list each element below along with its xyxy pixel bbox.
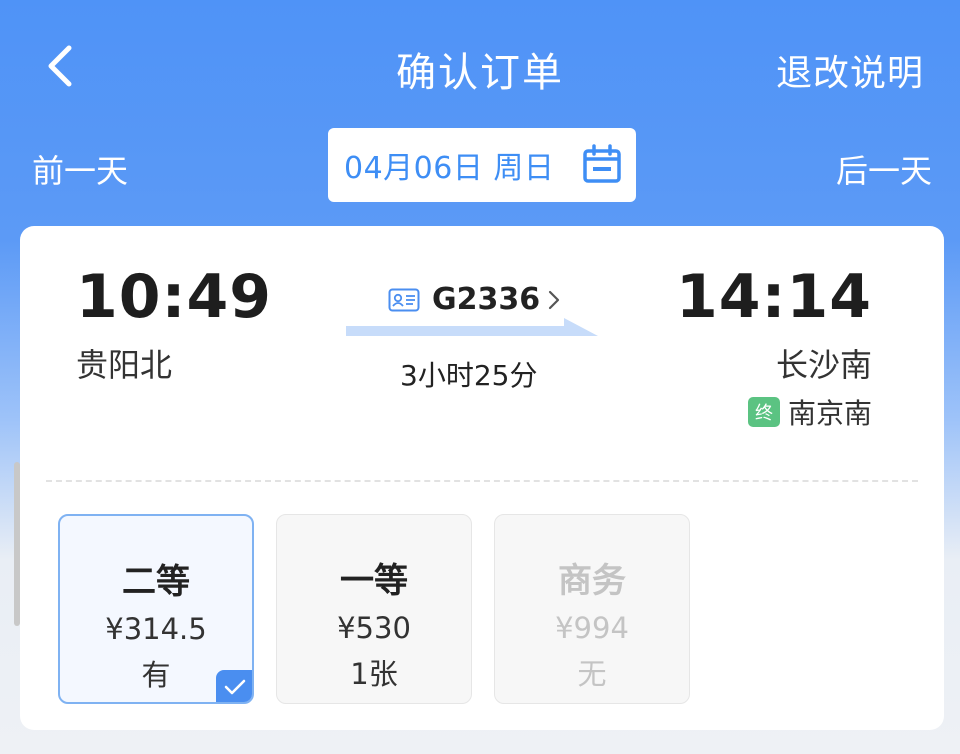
- date-picker[interactable]: 04月06日 周日: [328, 128, 636, 202]
- top-bar: 确认订单 退改说明: [0, 0, 960, 130]
- selected-date: 04月06日 周日: [344, 151, 555, 186]
- seat-option-first-class[interactable]: 一等 ¥530 1张: [276, 514, 472, 704]
- seat-price: ¥994: [555, 611, 629, 645]
- seat-name: 二等: [122, 562, 190, 602]
- trip-card: 10:49 贵阳北 G2336 3小时25分 14:14 长沙南 终 南京南 二…: [20, 226, 944, 730]
- train-number: G2336: [432, 282, 541, 317]
- prev-day-button[interactable]: 前一天: [32, 146, 128, 192]
- seat-availability: 无: [577, 657, 607, 691]
- selected-indicator: [216, 670, 252, 702]
- seat-name: 一等: [340, 561, 408, 601]
- scrollbar-thumb[interactable]: [14, 462, 20, 626]
- departure-time: 10:49: [76, 262, 272, 332]
- seat-name: 商务: [558, 561, 626, 601]
- terminus-info: 终 南京南: [747, 392, 872, 432]
- calendar-icon: [583, 144, 621, 183]
- seat-price: ¥314.5: [105, 612, 207, 646]
- terminus-badge: 终: [747, 397, 780, 427]
- seat-option-business-class[interactable]: 商务 ¥994 无: [494, 514, 690, 704]
- departure-station: 贵阳北: [76, 346, 173, 384]
- arrival-station: 长沙南: [775, 346, 872, 384]
- id-card-icon: [388, 288, 420, 311]
- seat-option-second-class[interactable]: 二等 ¥314.5 有: [58, 514, 254, 704]
- seat-availability: 1张: [350, 657, 398, 691]
- direction-arrow: [346, 318, 598, 336]
- checkmark-icon: [224, 679, 246, 695]
- refund-policy-link[interactable]: 退改说明: [776, 44, 924, 96]
- chevron-right-icon: [549, 290, 560, 309]
- next-day-button[interactable]: 后一天: [836, 146, 932, 192]
- divider: [46, 480, 918, 482]
- arrival-time: 14:14: [676, 262, 872, 332]
- train-number-link[interactable]: G2336: [388, 282, 560, 317]
- seat-price: ¥530: [337, 611, 411, 645]
- trip-duration: 3小时25分: [400, 359, 538, 392]
- terminus-station: 南京南: [787, 397, 872, 430]
